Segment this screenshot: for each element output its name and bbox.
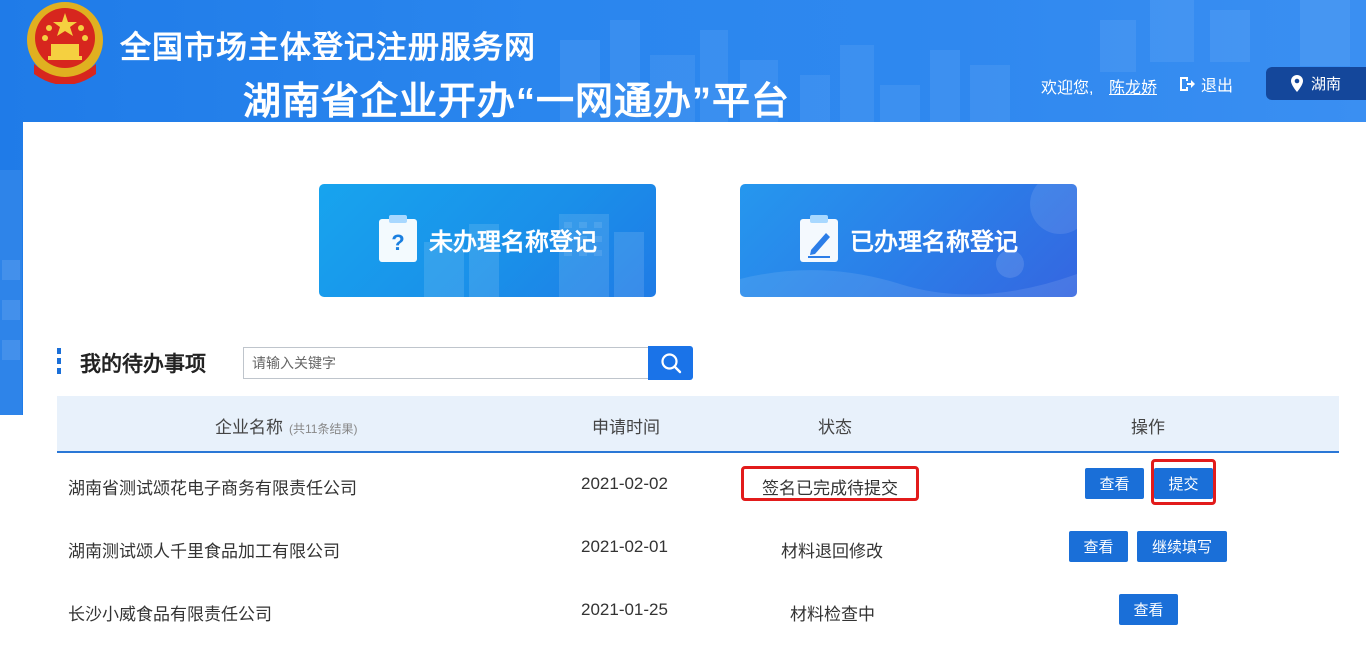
column-header-company: 企业名称 (共11条结果) bbox=[215, 418, 358, 437]
clipboard-question-icon: ? bbox=[379, 215, 417, 262]
todo-section-title: 我的待办事项 bbox=[80, 353, 206, 376]
section-marker bbox=[57, 348, 61, 374]
submit-highlight-box bbox=[1151, 459, 1216, 505]
location-pin-icon bbox=[1290, 75, 1303, 92]
column-header-actions: 操作 bbox=[1131, 418, 1165, 437]
company-name: 湖南测试颂人千里食品加工有限公司 bbox=[68, 542, 340, 561]
status-text: 材料检查中 bbox=[790, 605, 875, 624]
site-title: 全国市场主体登记注册服务网 bbox=[120, 30, 536, 65]
view-button[interactable]: 查看 bbox=[1069, 531, 1128, 562]
view-button[interactable]: 查看 bbox=[1085, 468, 1144, 499]
search-icon bbox=[660, 353, 681, 374]
company-name: 长沙小威食品有限责任公司 bbox=[68, 605, 272, 624]
search-button[interactable] bbox=[648, 346, 693, 380]
card-label: 已办理名称登记 bbox=[850, 229, 1018, 256]
column-header-status: 状态 bbox=[818, 418, 852, 437]
region-label: 湖南 bbox=[1310, 76, 1341, 93]
apply-date: 2021-02-01 bbox=[581, 537, 668, 556]
view-button[interactable]: 查看 bbox=[1119, 594, 1178, 625]
card-unregistered-names[interactable]: ? 未办理名称登记 bbox=[319, 184, 656, 297]
logout-label: 退出 bbox=[1201, 78, 1234, 95]
search-input[interactable] bbox=[243, 347, 648, 379]
logout-icon bbox=[1180, 77, 1195, 91]
svg-text:?: ? bbox=[391, 230, 404, 255]
platform-title: 湖南省企业开办“一网通办”平台 bbox=[243, 81, 791, 123]
logout-button[interactable]: 退出 bbox=[1178, 72, 1233, 96]
clipboard-edit-icon bbox=[800, 215, 838, 262]
apply-date: 2021-02-02 bbox=[581, 474, 668, 493]
welcome-text: 欢迎您, bbox=[1041, 80, 1094, 97]
table-row: 长沙小威食品有限责任公司 2021-01-25 材料检查中 查看 bbox=[57, 578, 1339, 640]
continue-fill-button[interactable]: 继续填写 bbox=[1137, 531, 1227, 562]
card-registered-names[interactable]: 已办理名称登记 bbox=[740, 184, 1077, 297]
company-name: 湖南省测试颂花电子商务有限责任公司 bbox=[68, 479, 357, 498]
apply-date: 2021-01-25 bbox=[581, 600, 668, 619]
table-row: 湖南测试颂人千里食品加工有限公司 2021-02-01 材料退回修改 查看 继续… bbox=[57, 515, 1339, 577]
national-emblem-icon bbox=[27, 2, 103, 84]
status-highlight-box bbox=[741, 466, 919, 501]
card-label: 未办理名称登记 bbox=[429, 229, 597, 256]
table-row: 湖南省测试颂花电子商务有限责任公司 2021-02-02 签名已完成待提交 查看… bbox=[57, 453, 1339, 515]
username-link[interactable]: 陈龙娇 bbox=[1109, 74, 1157, 98]
region-selector[interactable]: 湖南 bbox=[1266, 67, 1366, 100]
column-header-date: 申请时间 bbox=[592, 418, 660, 437]
status-text: 材料退回修改 bbox=[781, 542, 883, 561]
result-count: (共11条结果) bbox=[289, 422, 358, 436]
table-header: 企业名称 (共11条结果) 申请时间 状态 操作 bbox=[57, 396, 1339, 453]
